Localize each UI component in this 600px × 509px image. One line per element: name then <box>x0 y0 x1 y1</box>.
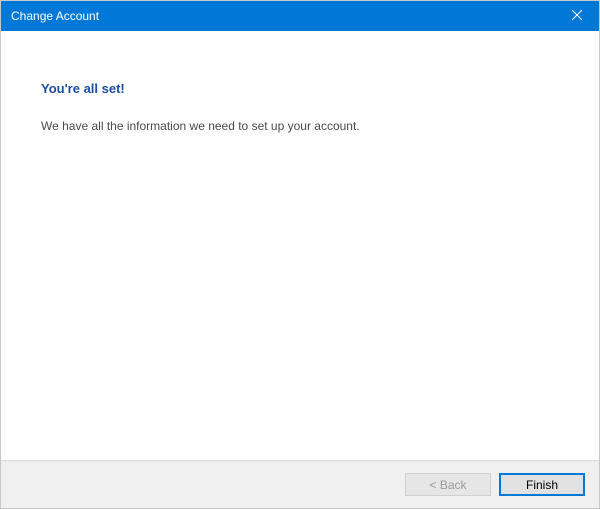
page-description: We have all the information we need to s… <box>41 118 559 135</box>
footer-bar: < Back Finish <box>1 460 599 508</box>
page-heading: You're all set! <box>41 81 559 96</box>
content-area: You're all set! We have all the informat… <box>1 31 599 460</box>
close-icon <box>572 9 582 23</box>
titlebar: Change Account <box>1 1 599 31</box>
close-button[interactable] <box>554 1 599 31</box>
back-button: < Back <box>405 473 491 496</box>
finish-button[interactable]: Finish <box>499 473 585 496</box>
window-title: Change Account <box>11 9 99 23</box>
